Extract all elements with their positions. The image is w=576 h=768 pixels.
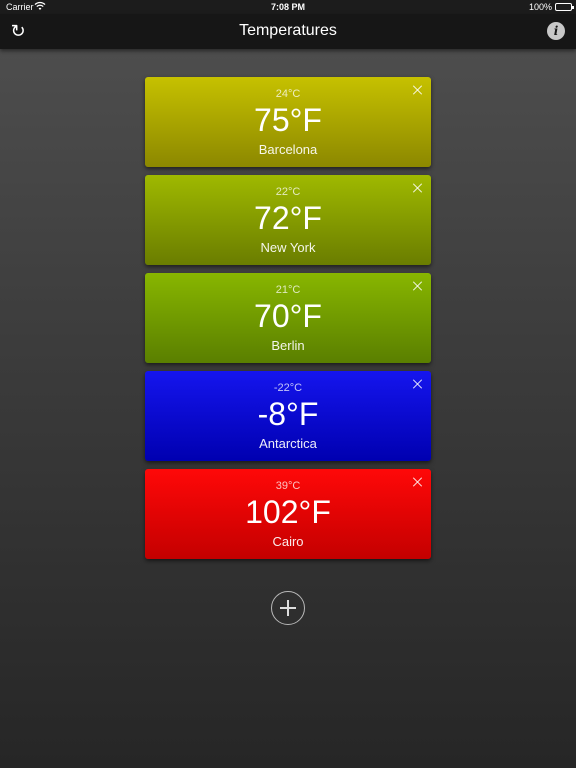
city-name: Berlin — [271, 338, 305, 353]
city-card-barcelona[interactable]: 24°C 75°F Barcelona — [145, 77, 431, 167]
close-icon[interactable] — [411, 279, 425, 293]
city-card-new-york[interactable]: 22°C 72°F New York — [145, 175, 431, 265]
celsius-value: 21°C — [275, 284, 301, 296]
fahrenheit-value: 70°F — [254, 298, 322, 334]
close-icon[interactable] — [411, 83, 425, 97]
navigation-bar: ↻ Temperatures i — [0, 14, 576, 49]
celsius-value: 24°C — [275, 88, 301, 100]
celsius-value: 39°C — [275, 480, 301, 492]
battery-percentage: 100% — [528, 2, 552, 12]
city-card-berlin[interactable]: 21°C 70°F Berlin — [145, 273, 431, 363]
close-icon[interactable] — [411, 377, 425, 391]
battery-icon — [555, 3, 574, 11]
city-name: Cairo — [272, 534, 304, 549]
celsius-value: 22°C — [275, 186, 301, 198]
fahrenheit-value: -8°F — [257, 396, 319, 432]
city-name: Barcelona — [258, 142, 318, 157]
info-icon[interactable]: i — [547, 22, 565, 40]
page-title: Temperatures — [239, 22, 337, 39]
city-name: Antarctica — [259, 436, 317, 451]
city-card-antarctica[interactable]: -22°C -8°F Antarctica — [145, 371, 431, 461]
status-bar: Carrier 7:08 PM 100% — [0, 0, 576, 14]
fahrenheit-value: 75°F — [254, 102, 322, 138]
clock: 7:08 PM — [270, 2, 305, 12]
city-name: New York — [260, 240, 316, 255]
close-icon[interactable] — [411, 475, 425, 489]
add-city-button[interactable] — [271, 591, 305, 625]
city-card-cairo[interactable]: 39°C 102°F Cairo — [145, 469, 431, 559]
fahrenheit-value: 102°F — [245, 494, 331, 530]
fahrenheit-value: 72°F — [254, 200, 322, 236]
celsius-value: -22°C — [273, 382, 303, 394]
close-icon[interactable] — [411, 181, 425, 195]
